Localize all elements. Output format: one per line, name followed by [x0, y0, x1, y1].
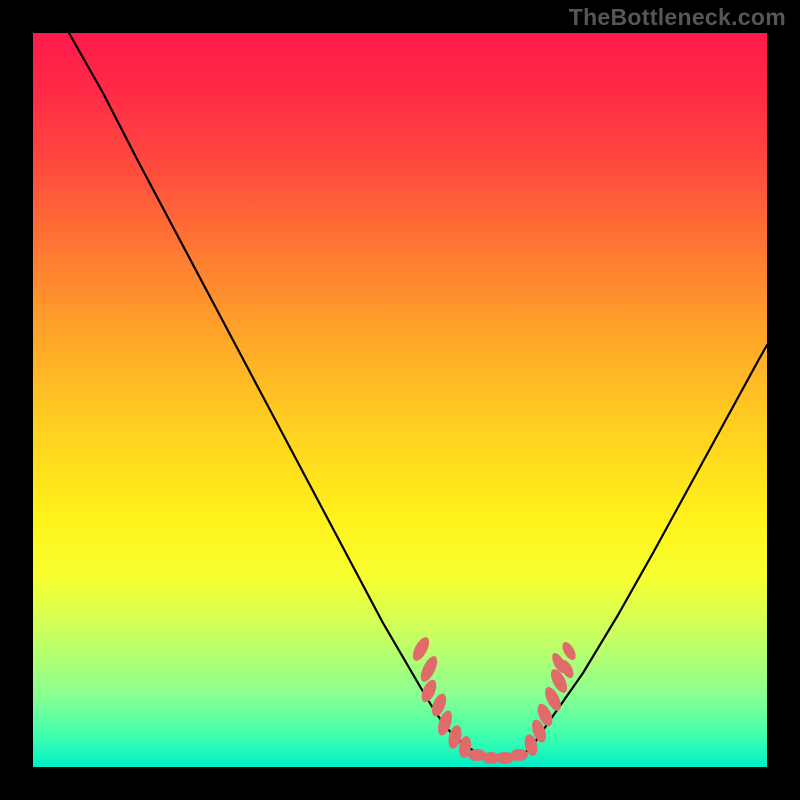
plot-area [33, 33, 767, 767]
highlight-blobs-bottom [468, 749, 528, 764]
bottleneck-curve [33, 33, 767, 767]
watermark-text: TheBottleneck.com [569, 4, 786, 31]
highlight-blobs-right [523, 640, 579, 757]
highlight-blobs-left [410, 635, 473, 759]
chart-frame: TheBottleneck.com [0, 0, 800, 800]
